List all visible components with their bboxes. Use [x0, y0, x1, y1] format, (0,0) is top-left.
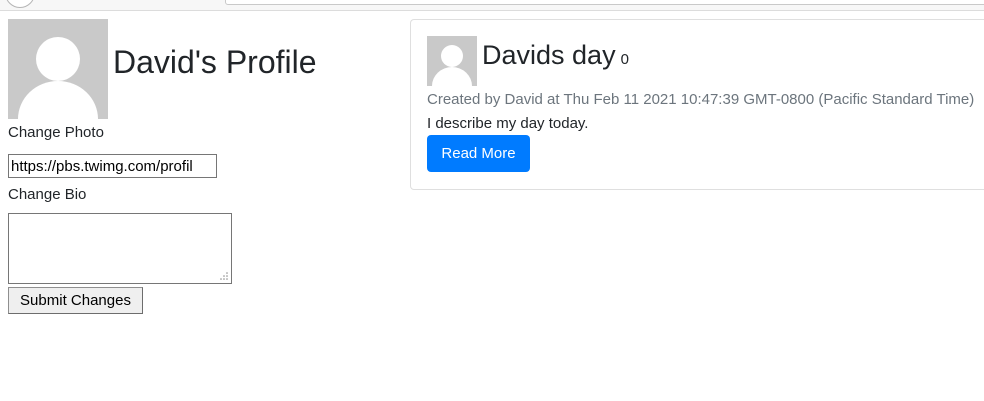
post-count-badge: 0 [620, 51, 629, 68]
submit-changes-button[interactable]: Submit Changes [8, 287, 143, 314]
post-meta: Created by David at Thu Feb 11 2021 10:4… [427, 91, 975, 108]
profile-title: David's Profile [113, 44, 317, 80]
post-body: I describe my day today. [427, 115, 589, 132]
post-author-avatar [427, 36, 477, 86]
address-bar[interactable] [225, 0, 984, 5]
profile-avatar [8, 19, 108, 119]
resize-grip-icon[interactable] [220, 272, 228, 280]
default-user-avatar-icon [427, 36, 477, 86]
default-user-avatar-icon [8, 19, 108, 119]
post-title-text: Davids day [482, 40, 616, 70]
change-bio-label: Change Bio [8, 186, 87, 203]
browser-toolbar [0, 0, 984, 11]
photo-url-input[interactable] [8, 154, 217, 178]
bio-textarea[interactable] [8, 213, 232, 284]
change-photo-label: Change Photo [8, 124, 104, 141]
read-more-button[interactable]: Read More [427, 135, 530, 172]
browser-nav-button[interactable] [5, 0, 35, 8]
post-title: Davids day 0 [482, 38, 629, 77]
